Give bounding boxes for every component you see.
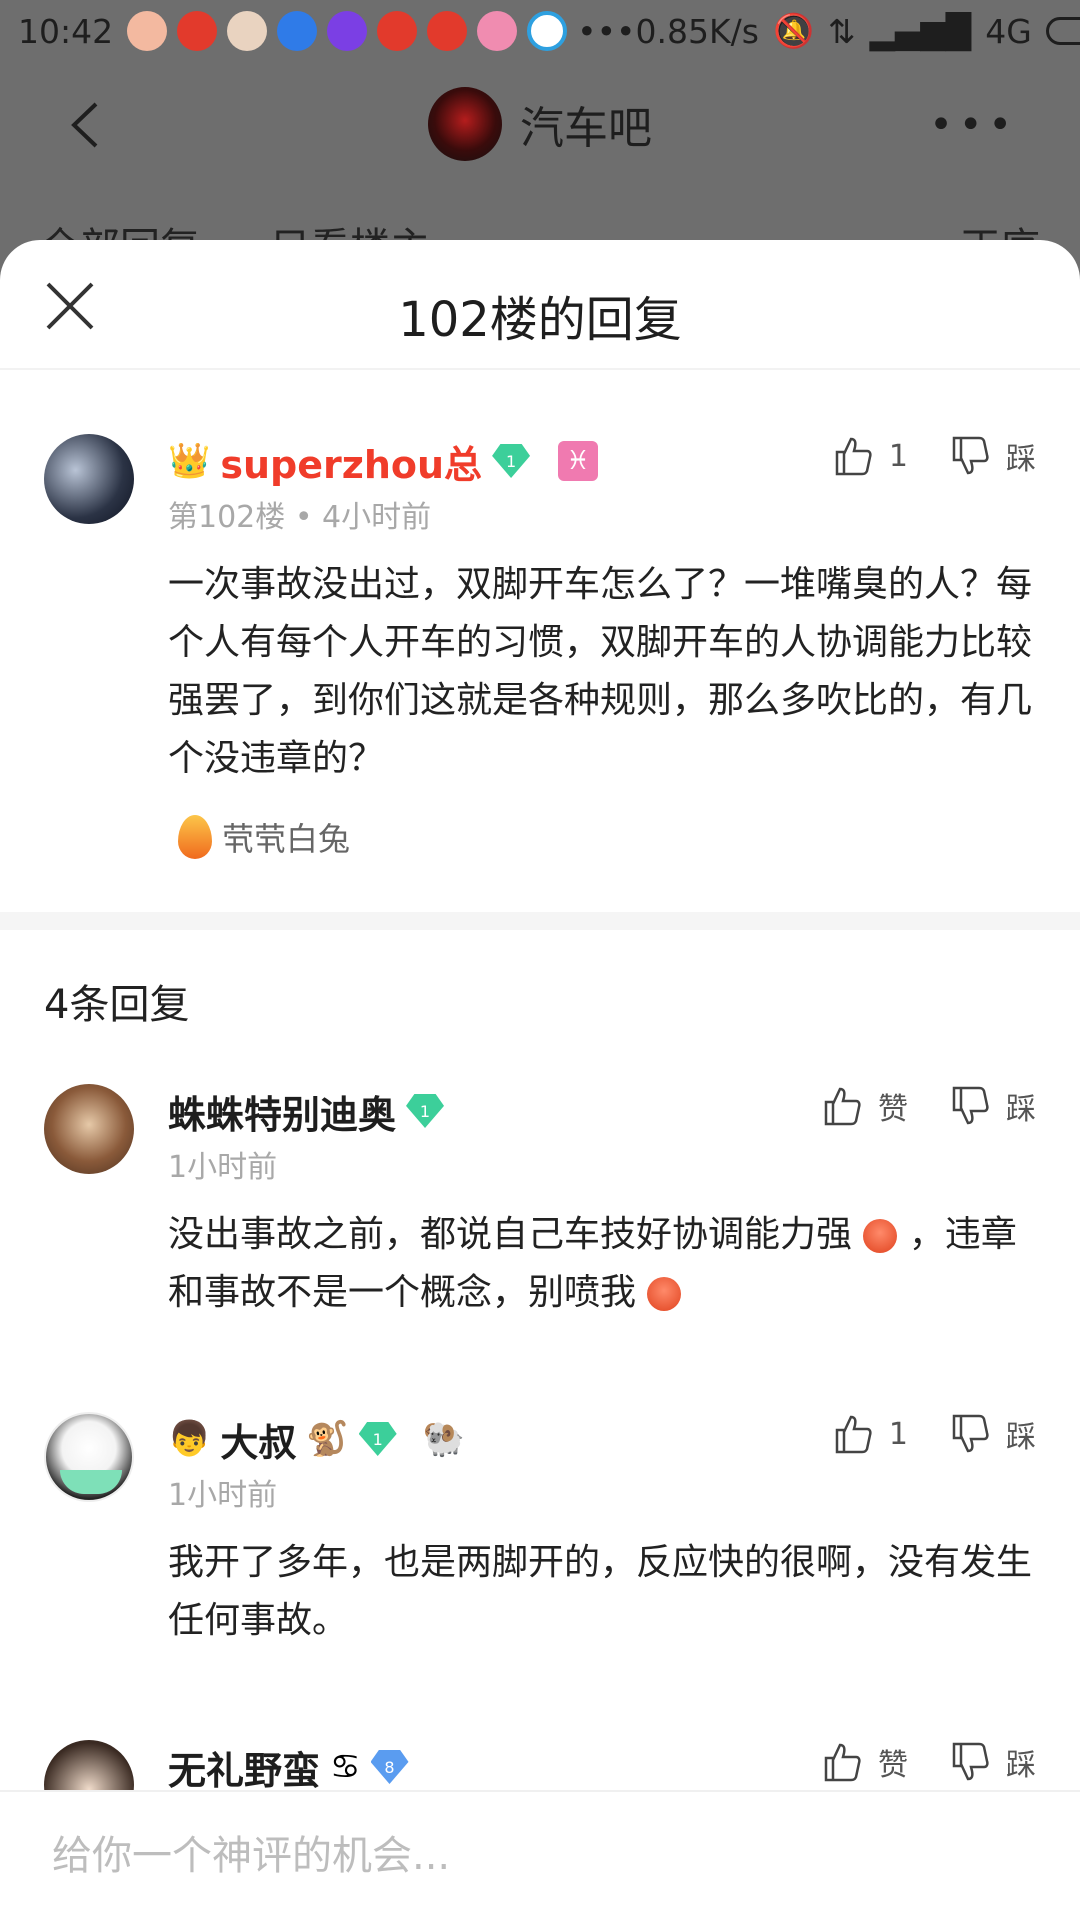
network-type: 4G: [985, 11, 1032, 51]
comment-meta: 第102楼 • 4小时前: [168, 492, 1036, 536]
battery-icon: [1045, 17, 1080, 45]
avatar[interactable]: [44, 434, 134, 524]
status-right: 0.85K/s 🔕 ⇅ ▂▄▆█ 4G 7%: [636, 11, 1080, 51]
level-badge: 1: [406, 1094, 445, 1128]
reply-item: 无礼野蛮 ♋ 8 赞 踩: [0, 1740, 1080, 1830]
username[interactable]: 无礼野蛮: [168, 1740, 320, 1795]
reply-count: 4条回复: [44, 982, 190, 1028]
mask-shape: [60, 1470, 122, 1494]
app-notification-icon: [427, 11, 468, 51]
app-screen: 10:42 ••• 0.85K/s 🔕 ⇅ ▂▄▆█ 4G 7%: [0, 0, 1080, 1920]
floor-number: 第102楼: [168, 500, 286, 535]
network-speed: 0.85K/s: [635, 11, 759, 51]
level-badge: 1: [358, 1422, 397, 1456]
dislike-button[interactable]: 踩: [948, 1740, 1036, 1784]
reply-text: 我开了多年，也是两脚开的，反应快的很啊，没有发生任何事故。: [168, 1542, 1033, 1641]
reply-actions: 1 踩: [831, 1412, 1036, 1456]
user-signature: 茕茕白兔: [168, 814, 1036, 860]
thumbs-up-icon: [824, 1743, 861, 1782]
app-notification-icon: [177, 11, 218, 51]
replies-sheet: 102楼的回复 👑 superzhou总 1 ♓ 第102楼 • 4小时前 一次…: [0, 240, 1080, 1920]
thumbs-up-icon: [835, 1415, 872, 1454]
reply-actions: 赞 踩: [820, 1084, 1036, 1128]
carrier-notification-icon: [527, 11, 568, 51]
comment-time: 4小时前: [322, 500, 432, 535]
username[interactable]: 大叔: [220, 1412, 296, 1467]
forum-header: 汽车吧 •••: [0, 62, 1080, 192]
thumbs-down-icon: [952, 1086, 989, 1125]
mute-icon: 🔕: [772, 11, 815, 50]
like-label: 赞: [878, 1092, 908, 1127]
signal-icon: ▂▄▆█: [869, 11, 972, 51]
thumbs-down-icon: [952, 1414, 989, 1453]
data-transfer-icon: ⇅: [828, 11, 856, 51]
boy-emoji-icon: 👦: [168, 1419, 211, 1459]
forum-name: 汽车吧: [520, 103, 652, 154]
dislike-button[interactable]: 踩: [948, 1412, 1036, 1456]
dislike-label: 踩: [1006, 1748, 1036, 1783]
zodiac-badge-icon: 🐏: [422, 1419, 466, 1459]
thumbs-down-icon: [952, 436, 989, 475]
like-count: 1: [888, 1416, 908, 1452]
comment-input-bar: [0, 1790, 1080, 1920]
more-options-icon[interactable]: •••: [929, 102, 1018, 148]
meta-separator: •: [294, 500, 323, 535]
angry-face-emoji-icon: [863, 1219, 898, 1253]
pisces-icon: ♓: [558, 441, 599, 481]
more-notifications-icon: •••: [577, 11, 636, 51]
dislike-label: 踩: [1006, 442, 1036, 477]
thumbs-down-icon: [952, 1742, 989, 1781]
comment-actions: 1 踩: [831, 434, 1036, 478]
signature-text: 茕茕白兔: [222, 820, 351, 858]
hot-notification-icon: [277, 11, 318, 51]
username[interactable]: 蛛蛛特别迪奥: [168, 1084, 396, 1139]
reply-text-part: 没出事故之前，都说自己车技好协调能力强: [168, 1214, 853, 1255]
monkey-emoji-icon: 🐒: [306, 1419, 349, 1459]
back-arrow-icon[interactable]: [62, 100, 112, 150]
thumbs-up-icon: [835, 437, 872, 476]
like-label: 赞: [878, 1748, 908, 1783]
reply-time: 1小时前: [168, 1478, 278, 1513]
avatar[interactable]: [44, 1084, 134, 1174]
like-count: 1: [888, 438, 908, 474]
sheet-header: 102楼的回复: [0, 240, 1080, 370]
reply-actions: 赞 踩: [820, 1740, 1036, 1784]
angry-face-emoji-icon: [647, 1277, 682, 1311]
notification-icons: •••: [127, 11, 636, 51]
dislike-button[interactable]: 踩: [948, 1084, 1036, 1128]
like-button[interactable]: 赞: [820, 1084, 908, 1128]
section-divider: [0, 912, 1080, 930]
sheet-title: 102楼的回复: [398, 292, 682, 348]
reply-item: 👦 大叔 🐒 1 🐏 1小时前 我开了多年，也是两脚开的，反应快的很啊，没有发生…: [0, 1412, 1080, 1650]
comment-input[interactable]: [52, 1833, 952, 1879]
reply-text: 没出事故之前，都说自己车技好协调能力强 ，违章和事故不是一个概念，别喷我: [168, 1206, 1036, 1322]
reply-time: 1小时前: [168, 1150, 278, 1185]
dislike-button[interactable]: 踩: [948, 434, 1036, 478]
level-badge: 8: [370, 1750, 409, 1784]
level-badge: 1: [492, 444, 531, 478]
forum-avatar: [428, 87, 502, 161]
cancer-zodiac-icon: ♋: [330, 1747, 361, 1787]
bilibili-notification-icon: [477, 11, 518, 51]
dislike-label: 踩: [1006, 1092, 1036, 1127]
status-bar: 10:42 ••• 0.85K/s 🔕 ⇅ ▂▄▆█ 4G 7%: [0, 0, 1080, 62]
main-comment: 👑 superzhou总 1 ♓ 第102楼 • 4小时前 一次事故没出过，双脚…: [0, 434, 1080, 860]
like-button[interactable]: 1: [831, 1412, 908, 1456]
crown-icon: 👑: [168, 441, 211, 481]
dislike-label: 踩: [1006, 1420, 1036, 1455]
like-button[interactable]: 1: [831, 434, 908, 478]
flame-icon: [178, 815, 212, 859]
thumbs-up-icon: [824, 1087, 861, 1126]
comment-text: 一次事故没出过，双脚开车怎么了？一堆嘴臭的人？每个人有每个人开车的习惯，双脚开车…: [168, 564, 1033, 779]
app-notification-icon: [377, 11, 418, 51]
avatar[interactable]: [44, 1412, 134, 1502]
forum-title[interactable]: 汽车吧: [428, 87, 652, 161]
reply-item: 蛛蛛特别迪奥 1 1小时前 没出事故之前，都说自己车技好协调能力强 ，违章和事故…: [0, 1084, 1080, 1322]
app-notification-icon: [127, 11, 168, 51]
status-time: 10:42: [18, 11, 114, 51]
like-button[interactable]: 赞: [820, 1740, 908, 1784]
video-notification-icon: [227, 11, 268, 51]
video-app-notification-icon: [327, 11, 368, 51]
username[interactable]: superzhou总: [220, 434, 482, 489]
